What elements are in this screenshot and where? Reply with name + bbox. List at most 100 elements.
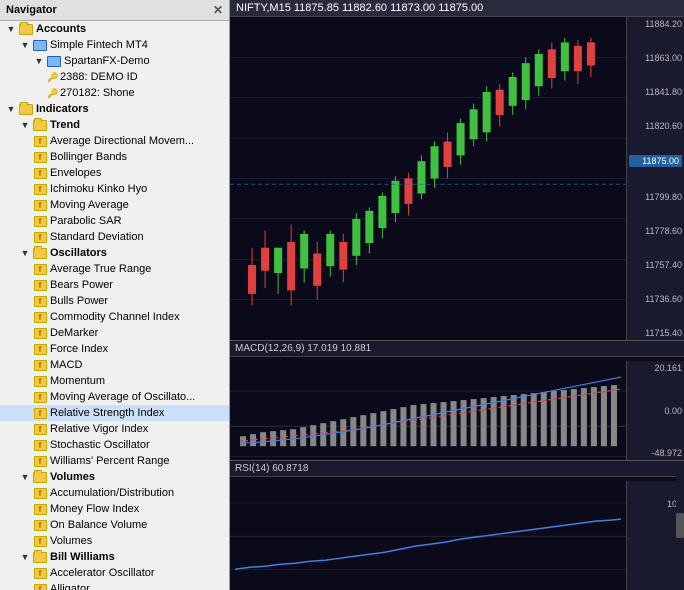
broker-label: Simple Fintech MT4 — [50, 39, 148, 51]
vol-folder-icon — [32, 470, 48, 484]
mfi-icon: f — [32, 502, 48, 516]
accosc-label: Accelerator Oscillator — [50, 567, 155, 579]
rsi-header: RSI(14) 60.8718 — [230, 461, 684, 477]
indicator-mfi[interactable]: f Money Flow Index — [0, 501, 229, 517]
ma-label: Moving Average — [50, 199, 129, 211]
indicator-force[interactable]: f Force Index — [0, 341, 229, 357]
indicator-ma[interactable]: f Moving Average — [0, 197, 229, 213]
price-3: 11841.80 — [629, 87, 682, 97]
price-1: 11884.20 — [629, 19, 682, 29]
trend-folder-icon — [32, 118, 48, 132]
indicator-bb[interactable]: f Bollinger Bands — [0, 149, 229, 165]
rsi-level-1: 100 — [629, 499, 682, 509]
volumes-category[interactable]: ▼ Volumes — [0, 469, 229, 485]
bb-icon: f — [32, 150, 48, 164]
macd-header: MACD(12,26,9) 17.019 10.881 — [230, 341, 684, 357]
navigator-title-bar: Navigator ✕ — [0, 0, 229, 21]
indicator-acc-osc[interactable]: f Accelerator Oscillator — [0, 565, 229, 581]
atr-label: Average True Range — [50, 263, 151, 275]
indicator-cci[interactable]: f Commodity Channel Index — [0, 309, 229, 325]
indicator-bulls[interactable]: f Bulls Power — [0, 293, 229, 309]
mao-icon: f — [32, 390, 48, 404]
indicator-obv[interactable]: f On Balance Volume — [0, 517, 229, 533]
spartanfx-label: SpartanFX-Demo — [64, 55, 150, 67]
navigator-close-button[interactable]: ✕ — [213, 3, 223, 17]
indicator-alligator[interactable]: f Alligator — [0, 581, 229, 590]
trend-category[interactable]: ▼ Trend — [0, 117, 229, 133]
indicators-label: Indicators — [36, 103, 89, 115]
broker-item[interactable]: ▼ Simple Fintech MT4 — [0, 37, 229, 53]
indicator-vol[interactable]: f Volumes — [0, 533, 229, 549]
indicator-mao[interactable]: f Moving Average of Oscillato... — [0, 389, 229, 405]
macd-chart — [230, 361, 626, 460]
obv-label: On Balance Volume — [50, 519, 147, 531]
macd-title: MACD(12,26,9) 17.019 10.881 — [235, 343, 371, 354]
bw-label: Bill Williams — [50, 551, 115, 563]
scrollbar-thumb[interactable] — [676, 513, 684, 539]
indicator-adm[interactable]: f Average Directional Movem... — [0, 133, 229, 149]
indicator-rsi[interactable]: f Relative Strength Index — [0, 405, 229, 421]
indicator-bears[interactable]: f Bears Power — [0, 277, 229, 293]
obv-icon: f — [32, 518, 48, 532]
indicator-stoch[interactable]: f Stochastic Oscillator — [0, 437, 229, 453]
account-shone-item[interactable]: 🔑 270182: Shone — [0, 85, 229, 101]
price-8: 11736.60 — [629, 294, 682, 304]
adm-icon: f — [32, 134, 48, 148]
indicator-macd[interactable]: f MACD — [0, 357, 229, 373]
price-4: 11820.60 — [629, 121, 682, 131]
dem-label: DeMarker — [50, 327, 98, 339]
price-2: 11863.00 — [629, 53, 682, 63]
psar-icon: f — [32, 214, 48, 228]
main-chart[interactable]: 11884.20 11863.00 11841.80 11820.60 1187… — [230, 17, 684, 340]
cci-icon: f — [32, 310, 48, 324]
accounts-label: Accounts — [36, 23, 86, 35]
indicators-section[interactable]: ▼ Indicators — [0, 101, 229, 117]
chart-area: NIFTY,M15 11875.85 11882.60 11873.00 118… — [230, 0, 684, 590]
accounts-section[interactable]: ▼ Accounts — [0, 21, 229, 37]
vol-ind-label: Volumes — [50, 535, 92, 547]
mom-label: Momentum — [50, 375, 105, 387]
trend-label: Trend — [50, 119, 80, 131]
current-price: 11875.00 — [629, 155, 682, 167]
indicator-psar[interactable]: f Parabolic SAR — [0, 213, 229, 229]
volumes-label: Volumes — [50, 471, 95, 483]
oscillators-category[interactable]: ▼ Oscillators — [0, 245, 229, 261]
price-9: 11715.40 — [629, 328, 682, 338]
wpr-label: Williams' Percent Range — [50, 455, 169, 467]
stoch-icon: f — [32, 438, 48, 452]
macd-panel: MACD(12,26,9) 17.019 10.881 — [230, 340, 684, 460]
ma-icon: f — [32, 198, 48, 212]
dem-icon: f — [32, 326, 48, 340]
force-label: Force Index — [50, 343, 108, 355]
account-demo-item[interactable]: 🔑 2388: DEMO ID — [0, 69, 229, 85]
ich-label: Ichimoku Kinko Hyo — [50, 183, 147, 195]
navigator-title-label: Navigator — [6, 4, 57, 16]
cci-label: Commodity Channel Index — [50, 311, 180, 323]
indicators-folder-icon — [18, 102, 34, 116]
allig-icon: f — [32, 582, 48, 590]
rsi-chart — [230, 481, 626, 590]
spartanfx-item[interactable]: ▼ SpartanFX-Demo — [0, 53, 229, 69]
indicator-stddev[interactable]: f Standard Deviation — [0, 229, 229, 245]
indicator-momentum[interactable]: f Momentum — [0, 373, 229, 389]
indicator-rvi[interactable]: f Relative Vigor Index — [0, 421, 229, 437]
indicators-toggle-icon: ▼ — [4, 102, 18, 116]
price-axis: 11884.20 11863.00 11841.80 11820.60 1187… — [626, 17, 684, 340]
accosc-icon: f — [32, 566, 48, 580]
macd-level-1: 20.161 — [629, 363, 682, 373]
allig-label: Alligator — [50, 583, 90, 590]
indicator-wpr[interactable]: f Williams' Percent Range — [0, 453, 229, 469]
indicator-ichimoku[interactable]: f Ichimoku Kinko Hyo — [0, 181, 229, 197]
trend-toggle-icon: ▼ — [18, 118, 32, 132]
indicator-accum[interactable]: f Accumulation/Distribution — [0, 485, 229, 501]
stddev-label: Standard Deviation — [50, 231, 144, 243]
macd-level-3: -48.972 — [629, 448, 682, 458]
indicator-atr[interactable]: f Average True Range — [0, 261, 229, 277]
chart-scrollbar[interactable] — [676, 461, 684, 590]
env-icon: f — [32, 166, 48, 180]
indicator-env[interactable]: f Envelopes — [0, 165, 229, 181]
macd-level-2: 0.00 — [629, 406, 682, 416]
billwilliams-category[interactable]: ▼ Bill Williams — [0, 549, 229, 565]
indicator-demarker[interactable]: f DeMarker — [0, 325, 229, 341]
stoch-label: Stochastic Oscillator — [50, 439, 150, 451]
